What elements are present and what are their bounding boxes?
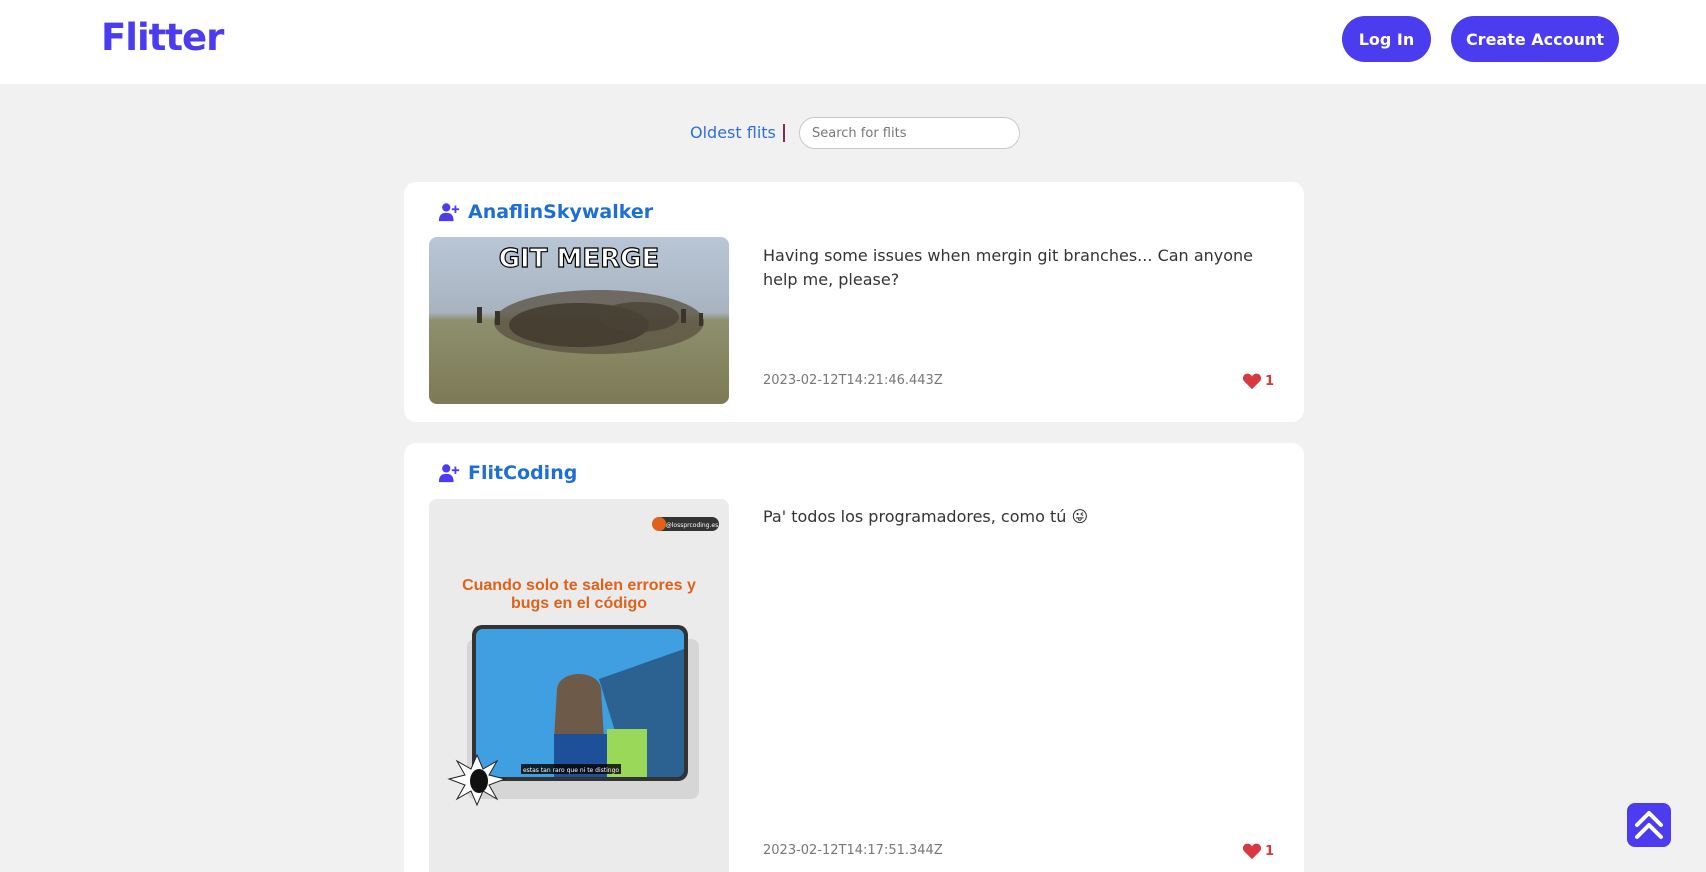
meme-subtitle: estas tan raro que ni te distingo [523, 767, 619, 774]
scroll-to-top-button[interactable] [1627, 803, 1671, 847]
like-count: 1 [1264, 373, 1274, 389]
user-plus-icon [438, 464, 460, 483]
like-button[interactable]: 1 [1242, 842, 1274, 860]
heart-icon [1242, 843, 1261, 860]
flit-date: 2023-02-12T14:21:46.443Z [763, 373, 943, 388]
flit-card: FlitCoding @lossprcoding.es Cuando solo … [404, 443, 1304, 872]
flit-username: AnaflinSkywalker [468, 201, 654, 223]
create-account-button[interactable]: Create Account [1451, 16, 1619, 62]
flit-text: Pa' todos los programadores, como tú 😜 [763, 507, 1089, 526]
user-plus-icon [438, 203, 460, 222]
heart-icon [1242, 373, 1261, 390]
search-input[interactable] [799, 117, 1020, 149]
filter-bar: Oldest flits [0, 117, 1706, 149]
meme-image: @lossprcoding.es Cuando solo te salen er… [429, 499, 729, 872]
gif-caption: GIT MERGE [499, 244, 660, 274]
double-chevron-up-icon [1635, 811, 1663, 839]
flit-card: AnaflinSkywalker GIT MERGE Having some i… [404, 182, 1304, 422]
flit-date: 2023-02-12T14:17:51.344Z [763, 843, 943, 858]
login-button[interactable]: Log In [1342, 16, 1431, 62]
top-navbar: Flitter Log In Create Account [0, 0, 1706, 84]
meme-handle: @lossprcoding.es [666, 522, 719, 529]
flit-image[interactable]: @lossprcoding.es Cuando solo te salen er… [429, 499, 729, 872]
flit-author[interactable]: FlitCoding [438, 462, 577, 484]
like-count: 1 [1264, 843, 1274, 859]
flit-image[interactable]: GIT MERGE [429, 237, 729, 404]
sort-oldest-link[interactable]: Oldest flits [690, 123, 776, 142]
flit-author[interactable]: AnaflinSkywalker [438, 201, 653, 223]
flit-username: FlitCoding [468, 462, 578, 484]
flit-text: Having some issues when mergin git branc… [763, 246, 1253, 289]
git-merge-gif: GIT MERGE [429, 237, 729, 404]
filter-divider [783, 124, 785, 142]
meme-headline: Cuando solo te salen errores y bugs en e… [462, 577, 696, 612]
like-button[interactable]: 1 [1242, 372, 1274, 390]
app-logo[interactable]: Flitter [101, 16, 224, 59]
